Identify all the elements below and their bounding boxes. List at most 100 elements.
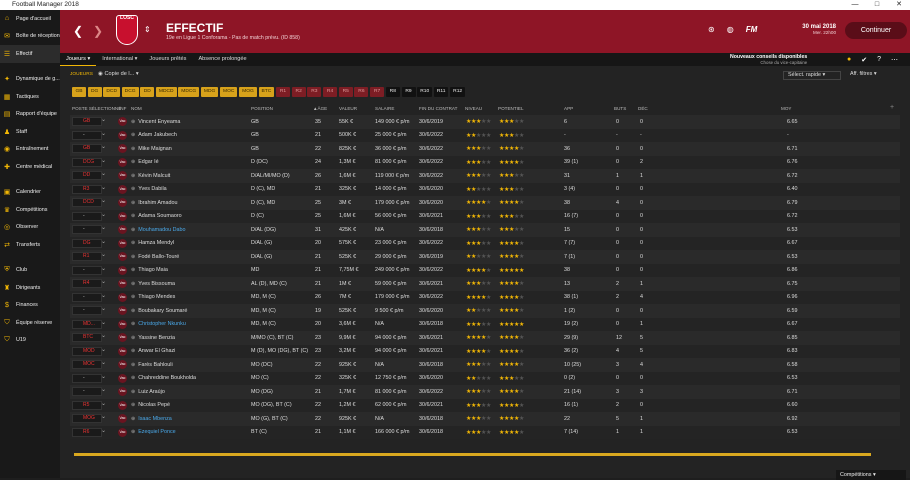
position-chip[interactable]: DG bbox=[87, 87, 102, 97]
chevron-down-icon[interactable]: ⌄ bbox=[101, 184, 106, 191]
col-wage[interactable]: SALAIRE bbox=[375, 106, 394, 111]
position-chip[interactable]: MDCD bbox=[155, 87, 177, 97]
selected-position-select[interactable]: - bbox=[72, 387, 102, 396]
notification-bulb-icon[interactable]: ● bbox=[847, 56, 851, 63]
table-row[interactable]: GB ⌄ Vac ⊕ Vincent Enyeama GB 35 55K €149 000 €… bbox=[70, 115, 900, 129]
chevron-down-icon[interactable]: ⌄ bbox=[101, 278, 106, 285]
binoculars-icon[interactable]: ⊛ bbox=[708, 25, 715, 34]
player-name-link[interactable]: ⊕ Adama Soumaoro bbox=[131, 213, 182, 219]
selected-position-select[interactable]: DCD bbox=[72, 198, 102, 207]
sidebar-item-6[interactable]: ♟ Staff bbox=[0, 123, 60, 141]
table-row[interactable]: MOG ⌄ Vac ⊕ Isaac Mbenza MO (G), BT (C) 22 925K… bbox=[70, 412, 900, 426]
selected-position-select[interactable]: R4 bbox=[72, 279, 102, 288]
position-chip[interactable]: BTC bbox=[258, 87, 275, 97]
player-name-link[interactable]: ⊕ Mike Maignan bbox=[131, 146, 172, 152]
scroll-indicator-bar[interactable] bbox=[74, 453, 871, 456]
col-decisions[interactable]: DÉC bbox=[638, 106, 648, 111]
player-name-link[interactable]: ⊕ Ibrahim Amadou bbox=[131, 200, 177, 206]
chevron-down-icon[interactable]: ⌄ bbox=[101, 116, 106, 123]
col-position[interactable]: POSITION bbox=[251, 106, 273, 111]
selected-position-select[interactable]: - bbox=[72, 130, 102, 140]
sidebar-item-13[interactable]: ⛨ Club bbox=[0, 262, 60, 280]
table-row[interactable]: MOD ⌄ Vac ⊕ Anwar El Ghazi M (D), MO (DG), BT… bbox=[70, 344, 900, 358]
table-row[interactable]: GB ⌄ Vac ⊕ Mike Maignan GB 22 825K €36 000 € p/… bbox=[70, 142, 900, 156]
player-name-link[interactable]: ⊕ Yves Bissouma bbox=[131, 281, 175, 287]
selected-position-select[interactable]: DD bbox=[72, 171, 102, 180]
back-arrow-icon[interactable]: ❮ bbox=[73, 24, 83, 38]
selected-position-select[interactable]: - bbox=[72, 225, 102, 234]
position-chip[interactable]: R9 bbox=[401, 87, 416, 97]
selected-position-select[interactable]: MOD bbox=[72, 346, 102, 356]
sidebar-item-16[interactable]: ⛉ Équipe réserve bbox=[0, 314, 60, 332]
player-name-link[interactable]: ⊕ Boubakary Soumaré bbox=[131, 308, 187, 314]
position-chip[interactable]: R12 bbox=[450, 87, 466, 97]
close-button[interactable]: ✕ bbox=[888, 0, 910, 10]
col-goals[interactable]: BUTS bbox=[614, 106, 626, 111]
options-icon[interactable]: ⋯ bbox=[891, 56, 898, 64]
table-row[interactable]: R4 ⌄ Vac ⊕ Yves Bissouma AL (D), MD (C) 21 1M €… bbox=[70, 277, 900, 291]
help-icon[interactable]: ? bbox=[877, 56, 881, 63]
chevron-down-icon[interactable]: ⌄ bbox=[101, 332, 106, 339]
table-row[interactable]: MD... ⌄ Vac ⊕ Christopher Nkunku MD, M (C) 20 3… bbox=[70, 317, 900, 331]
position-chip[interactable]: MOG bbox=[239, 87, 257, 97]
chevron-down-icon[interactable]: ⌄ bbox=[101, 292, 106, 299]
chevron-down-icon[interactable]: ⌄ bbox=[101, 265, 106, 272]
selected-position-select[interactable]: MOG bbox=[72, 414, 102, 423]
table-row[interactable]: R3 ⌄ Vac ⊕ Yves Dabila D (C), MD 21 325K € 14 00… bbox=[70, 182, 900, 196]
col-name[interactable]: NOM bbox=[131, 106, 142, 111]
position-chip[interactable]: R5 bbox=[338, 87, 353, 97]
chevron-down-icon[interactable]: ⌄ bbox=[101, 373, 106, 380]
table-row[interactable]: DG ⌄ Vac ⊕ Hamza Mendyl D/AL (G) 20 575K € 23 00… bbox=[70, 236, 900, 250]
table-row[interactable]: - ⌄ Vac ⊕ Thiago Maia MD 21 7,75M € 249 000 € p/… bbox=[70, 263, 900, 277]
player-name-link[interactable]: ⊕ Hamza Mendyl bbox=[131, 240, 174, 246]
player-name-link[interactable]: ⊕ Kévin Malcuit bbox=[131, 173, 170, 179]
chevron-down-icon[interactable]: ⌄ bbox=[101, 359, 106, 366]
col-average-rating[interactable]: MOY bbox=[781, 106, 791, 111]
sidebar-item-1[interactable]: ✉ Boîte de réception bbox=[0, 28, 60, 46]
chevron-down-icon[interactable]: ⌄ bbox=[101, 238, 106, 245]
player-name-link[interactable]: ⊕ Thiago Mendes bbox=[131, 294, 175, 300]
sidebar-item-7[interactable]: ◉ Entraînement bbox=[0, 141, 60, 159]
sidebar-item-2[interactable]: ☰ Effectif bbox=[0, 45, 60, 63]
selected-position-select[interactable]: GB bbox=[72, 117, 102, 126]
sidebar-item-8[interactable]: ✚ Centre médical bbox=[0, 158, 60, 176]
chevron-down-icon[interactable]: ⌄ bbox=[101, 400, 106, 407]
table-row[interactable]: - ⌄ Vac ⊕ Thiago Mendes MD, M (C) 26 7M € 179 00… bbox=[70, 290, 900, 304]
player-name-link[interactable]: ⊕ Nicolas Pepé bbox=[131, 402, 170, 408]
table-row[interactable]: - ⌄ Vac ⊕ Adama Soumaoro D (C) 25 1,6M € 56 000 … bbox=[70, 209, 900, 223]
table-row[interactable]: - ⌄ Vac ⊕ Adam Jakubech GB 21 500K €25 000 € p/… bbox=[70, 128, 900, 142]
selected-position-select[interactable]: BTC bbox=[72, 333, 102, 342]
position-chip[interactable]: DCD bbox=[103, 87, 120, 97]
advice-notification[interactable]: Nouveaux conseils disponibles Chose du v… bbox=[730, 54, 807, 65]
col-info[interactable]: INF bbox=[119, 106, 126, 111]
selected-position-select[interactable]: GB bbox=[72, 144, 102, 153]
selected-position-select[interactable]: R1 bbox=[72, 252, 102, 261]
sidebar-item-17[interactable]: ⛉ U19 bbox=[0, 332, 60, 350]
col-appearances[interactable]: APP bbox=[564, 106, 573, 111]
player-name-link[interactable]: ⊕ Adam Jakubech bbox=[131, 132, 177, 138]
position-chip[interactable]: R6 bbox=[354, 87, 369, 97]
player-name-link[interactable]: ⊕ Mouhamadou Dabo bbox=[131, 227, 186, 233]
continue-button[interactable]: Continuer bbox=[845, 22, 907, 39]
sidebar-item-9[interactable]: ▣ Calendrier bbox=[0, 184, 60, 202]
selected-position-select[interactable]: R3 bbox=[72, 184, 102, 194]
sidebar-item-4[interactable]: ▦ Tactiques bbox=[0, 88, 60, 106]
table-row[interactable]: DCD ⌄ Vac ⊕ Ibrahim Amadou D (C), MD 25 3M € 179… bbox=[70, 196, 900, 210]
chevron-down-icon[interactable]: ⌄ bbox=[101, 319, 106, 326]
player-name-link[interactable]: ⊕ Vincent Enyeama bbox=[131, 119, 180, 125]
player-name-link[interactable]: ⊕ Farès Bahlouli bbox=[131, 362, 173, 368]
position-chip[interactable]: DCG bbox=[121, 87, 139, 97]
tab-loaned-players[interactable]: Joueurs prêtés bbox=[143, 53, 192, 66]
player-name-link[interactable]: ⊕ Isaac Mbenza bbox=[131, 416, 172, 422]
tab-international[interactable]: International ▾ bbox=[96, 53, 143, 66]
chevron-down-icon[interactable]: ⌄ bbox=[101, 197, 106, 204]
chevron-down-icon[interactable]: ⌄ bbox=[101, 305, 106, 312]
tab-long-absence[interactable]: Absence prolongée bbox=[192, 53, 252, 66]
position-chip[interactable]: R10 bbox=[417, 87, 433, 97]
position-chip[interactable]: R7 bbox=[370, 87, 385, 97]
position-chip[interactable]: R11 bbox=[433, 87, 449, 97]
chevron-down-icon[interactable]: ⌄ bbox=[101, 157, 106, 164]
competitions-dropdown[interactable]: Compétitions ▾ bbox=[836, 470, 906, 480]
chevron-down-icon[interactable]: ⌄ bbox=[101, 427, 106, 434]
col-age[interactable]: ▲ÂGE bbox=[313, 106, 327, 111]
